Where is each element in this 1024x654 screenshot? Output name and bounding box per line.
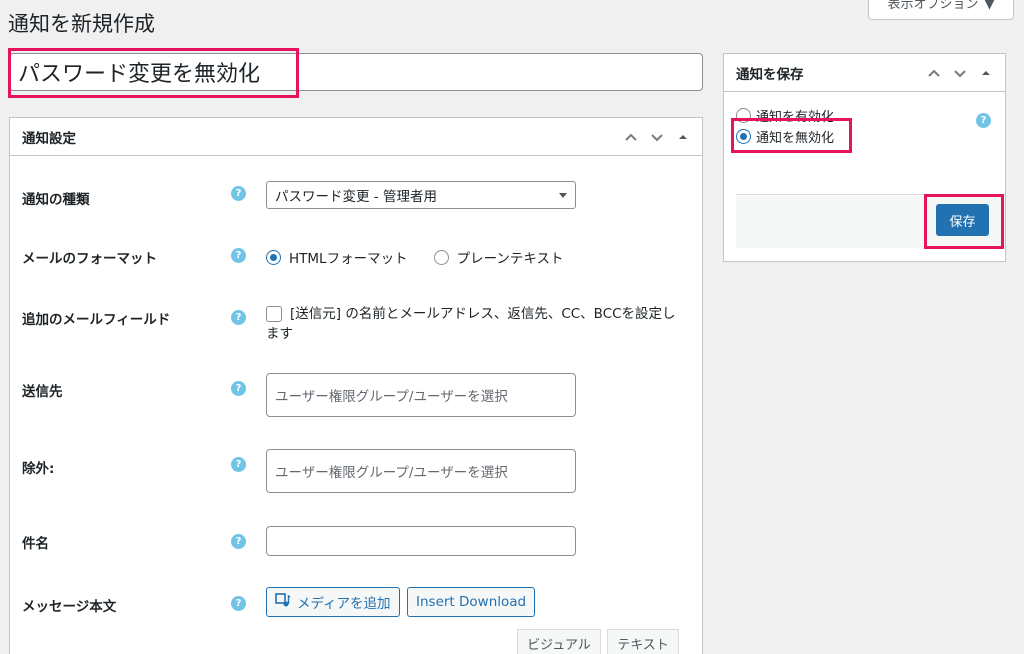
toggle-panel-icon[interactable]	[979, 66, 993, 80]
chevron-up-icon[interactable]	[624, 130, 638, 144]
tab-visual[interactable]: ビジュアル	[517, 629, 601, 654]
disable-radio[interactable]	[736, 129, 751, 144]
help-icon[interactable]: ?	[231, 310, 246, 325]
disable-label: 通知を無効化	[756, 131, 835, 146]
chevron-down-icon[interactable]	[953, 66, 967, 80]
format-plain-label: プレーンテキスト	[456, 251, 564, 267]
help-icon[interactable]: ?	[231, 381, 246, 396]
post-title-input[interactable]: パスワード変更を無効化	[9, 53, 703, 91]
field-label: 送信先	[22, 384, 63, 400]
extra-fields-text: [送信元] の名前とメールアドレス、返信先、CC、BCCを設定します	[266, 306, 676, 342]
enable-radio[interactable]	[736, 108, 751, 123]
settings-postbox-header: 通知設定	[10, 118, 702, 156]
enable-label: 通知を有効化	[756, 110, 835, 125]
page-title: 通知を新規作成	[8, 12, 155, 36]
chevron-down-icon[interactable]	[650, 130, 664, 144]
save-postbox-title: 通知を保存	[736, 66, 804, 83]
subject-input[interactable]	[266, 526, 576, 556]
caret-down-icon	[559, 192, 567, 198]
tab-text[interactable]: テキスト	[607, 629, 679, 654]
settings-postbox: 通知設定 通知の種類 ? パスワード変更 - 管理者用 メールのフォーマット ?…	[9, 117, 703, 654]
help-icon[interactable]: ?	[231, 596, 246, 611]
help-icon[interactable]: ?	[231, 534, 246, 549]
notification-type-select[interactable]: パスワード変更 - 管理者用	[266, 181, 576, 209]
add-media-button[interactable]: メディアを追加	[266, 587, 400, 617]
field-label: メッセージ本文	[22, 599, 117, 615]
field-label: 件名	[22, 536, 49, 552]
caret-down-icon: ▼	[984, 0, 995, 12]
add-media-label: メディアを追加	[297, 596, 391, 612]
save-button[interactable]: 保存	[936, 204, 989, 236]
field-label: メールのフォーマット	[22, 251, 157, 267]
field-label: 除外:	[22, 461, 55, 477]
format-html-label: HTMLフォーマット	[289, 251, 408, 267]
format-html-radio[interactable]	[266, 249, 281, 265]
screen-options-button[interactable]: 表示オプション ▼	[868, 0, 1014, 20]
insert-download-button[interactable]: Insert Download	[407, 587, 536, 617]
select-value: パスワード変更 - 管理者用	[275, 189, 437, 205]
help-icon[interactable]: ?	[231, 186, 246, 201]
field-label: 通知の種類	[22, 192, 90, 208]
screen-options-label: 表示オプション	[887, 0, 979, 12]
help-icon[interactable]: ?	[231, 248, 246, 263]
format-plain-radio[interactable]	[433, 249, 449, 265]
media-icon	[275, 592, 291, 612]
toggle-panel-icon[interactable]	[676, 130, 690, 144]
settings-postbox-title: 通知設定	[22, 130, 76, 147]
help-icon[interactable]: ?	[976, 113, 991, 128]
recipients-input[interactable]: ユーザー権限グループ/ユーザーを選択	[266, 373, 576, 417]
help-icon[interactable]: ?	[231, 457, 246, 472]
save-postbox-header: 通知を保存	[724, 54, 1005, 92]
exclude-input[interactable]: ユーザー権限グループ/ユーザーを選択	[266, 449, 576, 493]
chevron-up-icon[interactable]	[927, 66, 941, 80]
field-label: 追加のメールフィールド	[22, 312, 171, 328]
save-postbox: 通知を保存 通知を有効化 通知を無効化 ? 保存	[723, 53, 1006, 262]
